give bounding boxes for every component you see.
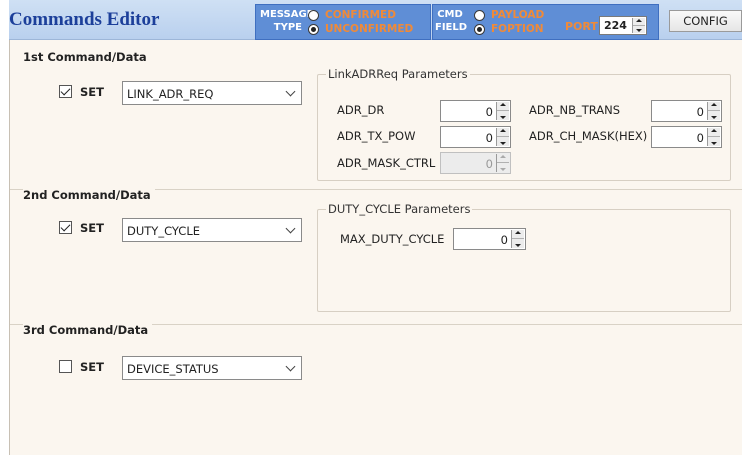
set-label-2: SET [80, 221, 104, 235]
spin-up-icon [497, 154, 509, 163]
spin-up-icon[interactable] [497, 128, 509, 137]
set-checkbox-1[interactable] [59, 85, 72, 98]
port-value: 224 [604, 19, 627, 32]
command-select-1[interactable]: LINK_ADR_REQ [122, 81, 302, 105]
radio-payload-indicator[interactable] [474, 9, 485, 21]
port-label: PORT [565, 20, 598, 33]
radio-confirmed-indicator[interactable] [308, 9, 319, 21]
max-duty-cycle-spin[interactable] [511, 230, 524, 248]
spin-down-icon[interactable] [633, 26, 645, 34]
radio-payload[interactable]: PAYLOAD [474, 8, 544, 22]
adr-dr-spin[interactable] [496, 102, 509, 120]
params-group-1-title: LinkADRReq Parameters [326, 67, 470, 81]
adr-dr-value: 0 [485, 105, 493, 119]
adr-mask-ctrl-spin [496, 154, 509, 172]
radio-unconfirmed-label: UNCONFIRMED [325, 23, 414, 35]
command-select-3[interactable]: DEVICE_STATUS [122, 356, 302, 380]
max-duty-cycle-stepper[interactable]: 0 [453, 228, 526, 250]
adr-tx-pow-stepper[interactable]: 0 [440, 126, 511, 148]
spin-down-icon[interactable] [512, 239, 524, 248]
config-button[interactable]: CONFIG [669, 10, 742, 32]
set-label-3: SET [80, 360, 104, 374]
radio-unconfirmed-indicator[interactable] [308, 23, 319, 35]
command-select-2-value: DUTY_CYCLE [127, 224, 200, 238]
spin-up-icon[interactable] [512, 230, 524, 239]
spin-down-icon[interactable] [708, 111, 720, 120]
radio-foption-label: FOPTION [491, 23, 544, 35]
adr-ch-mask-stepper[interactable]: 0 [651, 126, 722, 148]
adr-dr-stepper[interactable]: 0 [440, 100, 511, 122]
section-3: 3rd Command/Data SET DEVICE_STATUS [10, 323, 742, 455]
spin-down-icon[interactable] [497, 111, 509, 120]
adr-nb-trans-value: 0 [696, 105, 704, 119]
spin-down-icon [497, 163, 509, 172]
app-title: Commands Editor [9, 9, 160, 30]
adr-tx-pow-spin[interactable] [496, 128, 509, 146]
cmd-field-group: CMD FIELD PAYLOAD FOPTION PORT 224 [432, 4, 659, 40]
param-label-adr-dr: ADR_DR [337, 103, 385, 117]
set-checkbox-3[interactable] [59, 360, 72, 373]
section-3-title: 3rd Command/Data [23, 323, 153, 337]
adr-nb-trans-stepper[interactable]: 0 [651, 100, 722, 122]
adr-tx-pow-value: 0 [485, 131, 493, 145]
section-1: 1st Command/Data SET LINK_ADR_REQ LinkAD… [10, 50, 742, 184]
spin-up-icon[interactable] [708, 128, 720, 137]
adr-ch-mask-spin[interactable] [707, 128, 720, 146]
radio-payload-label: PAYLOAD [491, 9, 545, 21]
spin-down-icon[interactable] [708, 137, 720, 146]
spin-up-icon[interactable] [633, 18, 645, 26]
command-select-2[interactable]: DUTY_CYCLE [122, 218, 302, 242]
section-1-title: 1st Command/Data [23, 50, 147, 64]
set-label-1: SET [80, 85, 104, 99]
param-label-adr-tx-pow: ADR_TX_POW [337, 129, 416, 143]
section-2-title: 2nd Command/Data [23, 188, 155, 202]
set-checkbox-2[interactable] [59, 221, 72, 234]
message-type-group: MESSAGE TYPE CONFIRMED UNCONFIRMED [255, 4, 431, 40]
chevron-down-icon [285, 223, 296, 234]
radio-unconfirmed[interactable]: UNCONFIRMED [308, 22, 413, 36]
header-bar: Commands Editor MESSAGE TYPE CONFIRMED U… [9, 0, 742, 40]
port-stepper[interactable]: 224 [599, 16, 647, 35]
param-label-adr-ch-mask: ADR_CH_MASK(HEX) [529, 129, 648, 143]
adr-mask-ctrl-stepper: 0 [440, 152, 511, 174]
cmd-field-label: CMD FIELD [435, 9, 468, 33]
adr-nb-trans-spin[interactable] [707, 102, 720, 120]
max-duty-cycle-value: 0 [500, 233, 508, 247]
message-type-label: MESSAGE TYPE [260, 9, 314, 33]
commands-panel: 1st Command/Data SET LINK_ADR_REQ LinkAD… [9, 40, 742, 455]
radio-confirmed-label: CONFIRMED [325, 9, 396, 21]
section-2: 2nd Command/Data SET DUTY_CYCLE DUTY_CYC… [10, 188, 742, 319]
port-spin-buttons[interactable] [632, 18, 645, 33]
radio-foption[interactable]: FOPTION [474, 22, 544, 36]
param-label-max-duty-cycle: MAX_DUTY_CYCLE [340, 232, 445, 246]
chevron-down-icon [285, 86, 296, 97]
adr-ch-mask-value: 0 [696, 131, 704, 145]
command-select-3-value: DEVICE_STATUS [127, 362, 219, 376]
adr-mask-ctrl-value: 0 [485, 157, 493, 171]
param-label-adr-nb-trans: ADR_NB_TRANS [529, 103, 621, 117]
params-group-2-title: DUTY_CYCLE Parameters [326, 202, 473, 216]
command-select-1-value: LINK_ADR_REQ [127, 87, 214, 101]
param-label-adr-mask-ctrl: ADR_MASK_CTRL [337, 156, 436, 170]
spin-down-icon[interactable] [497, 137, 509, 146]
radio-foption-indicator[interactable] [474, 23, 485, 35]
radio-confirmed[interactable]: CONFIRMED [308, 8, 396, 22]
spin-up-icon[interactable] [497, 102, 509, 111]
chevron-down-icon [285, 361, 296, 372]
spin-up-icon[interactable] [708, 102, 720, 111]
params-group-2: DUTY_CYCLE Parameters [317, 202, 731, 312]
